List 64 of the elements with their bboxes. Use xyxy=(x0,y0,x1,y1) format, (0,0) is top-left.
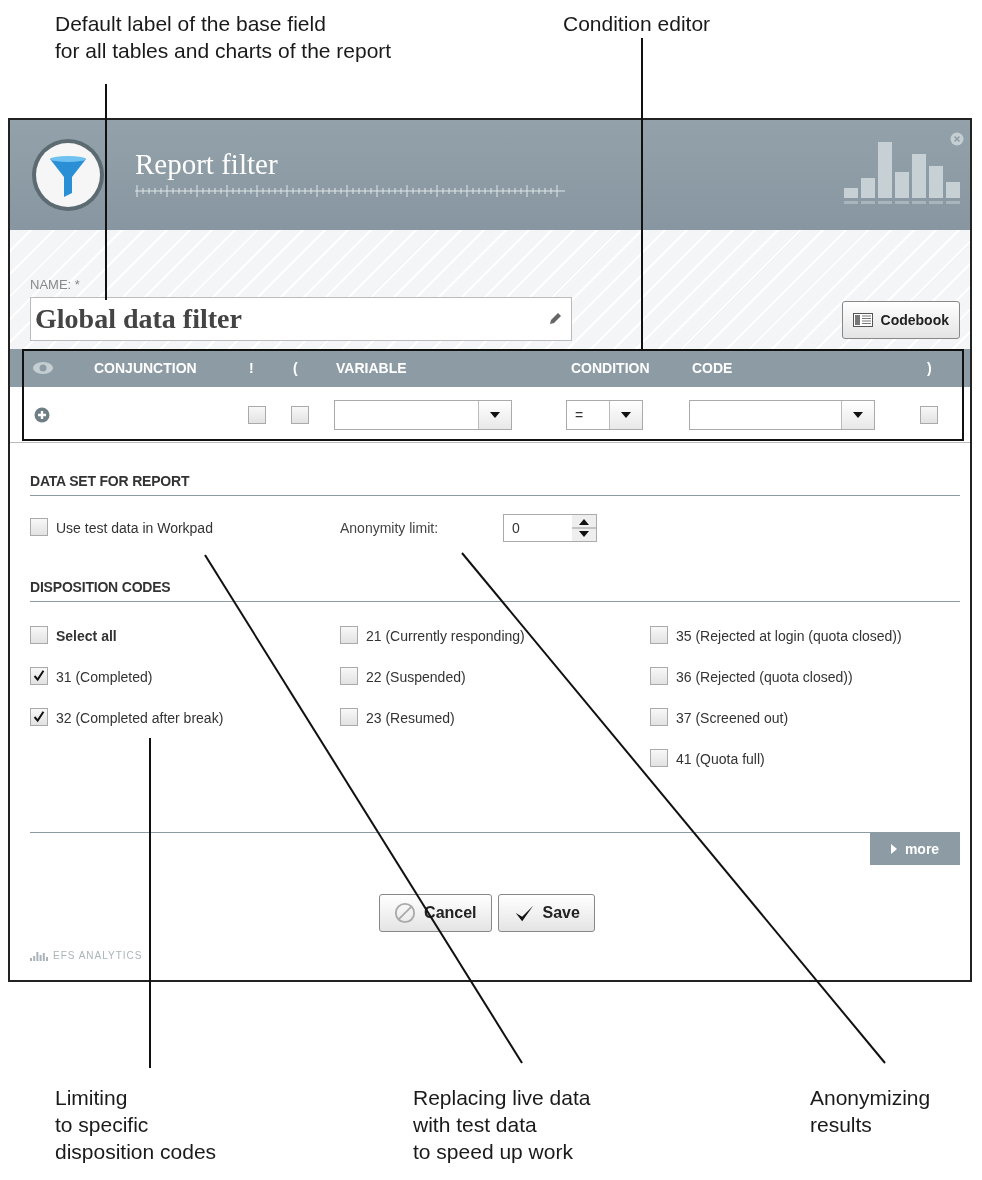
column-header: CONDITION xyxy=(571,360,651,376)
spinner-arrows-icon[interactable] xyxy=(572,515,596,541)
name-label: NAME: * xyxy=(30,277,81,292)
checkbox-label: 41 (Quota full) xyxy=(676,750,765,769)
annotation-text: Anonymizing results xyxy=(810,1085,931,1138)
codebook-button[interactable]: Codebook xyxy=(841,301,960,339)
column-header: VARIABLE xyxy=(336,360,408,376)
add-icon[interactable] xyxy=(34,406,50,423)
checkbox-label: Select all xyxy=(56,627,117,646)
section-heading: DISPOSITION CODES xyxy=(30,579,960,602)
triangle-icon xyxy=(890,844,897,854)
checkbox[interactable] xyxy=(650,749,668,767)
checkbox[interactable] xyxy=(291,405,309,424)
checkbox[interactable] xyxy=(340,708,358,726)
column-header: ! xyxy=(249,360,255,376)
checkbox-label: 21 (Currently responding) xyxy=(366,627,525,646)
annotation-text: Default label of the base field for all tables and charts of the report xyxy=(55,11,392,64)
checkbox[interactable] xyxy=(340,667,358,685)
checkbox-label: Use test data in Workpad xyxy=(56,519,213,538)
checkbox[interactable] xyxy=(30,667,48,685)
checkbox-label: 22 (Suspended) xyxy=(366,668,466,687)
condition-dropdown[interactable]: = xyxy=(566,399,643,430)
caret-icon xyxy=(621,411,631,418)
column-header: ( xyxy=(293,360,299,376)
bars-logo-icon xyxy=(30,950,50,961)
eye-icon[interactable] xyxy=(32,361,54,375)
checkbox[interactable] xyxy=(920,405,938,424)
checkbox[interactable] xyxy=(30,518,48,536)
checkbox[interactable] xyxy=(650,708,668,726)
anonymity-spinner[interactable]: 0 xyxy=(503,514,597,542)
close-icon[interactable] xyxy=(950,132,964,146)
checkbox-label: 32 (Completed after break) xyxy=(56,709,224,728)
variable-dropdown[interactable] xyxy=(334,399,512,430)
caret-icon xyxy=(490,411,500,418)
anonymity-label: Anonymity limit: xyxy=(340,520,440,536)
pencil-icon[interactable] xyxy=(547,311,563,327)
checkbox-label: 35 (Rejected at login (quota closed)) xyxy=(676,627,902,646)
checkbox-label: 37 (Screened out) xyxy=(676,709,789,728)
annotation-text: Limiting to specific disposition codes xyxy=(55,1085,217,1165)
save-button[interactable]: Save xyxy=(497,894,595,932)
annotation-text: Condition editor xyxy=(563,11,711,37)
funnel-icon xyxy=(30,137,106,213)
checkbox-label: 31 (Completed) xyxy=(56,668,153,687)
column-header: CODE xyxy=(692,360,734,376)
checkbox-label: 23 (Resumed) xyxy=(366,709,455,728)
prohibited-icon xyxy=(394,902,417,924)
book-icon xyxy=(852,313,873,327)
checkbox[interactable] xyxy=(340,626,358,644)
bar-chart-icon xyxy=(844,142,960,206)
footer-logo: EFS ANALYTICS xyxy=(53,950,143,961)
checkbox[interactable] xyxy=(650,626,668,644)
checkbox[interactable] xyxy=(248,405,266,424)
code-dropdown[interactable] xyxy=(689,399,875,430)
section-heading: DATA SET FOR REPORT xyxy=(30,473,960,496)
checkbox[interactable] xyxy=(30,626,48,644)
column-header: ) xyxy=(927,360,932,376)
annotation-text: Replacing live data with test data to speed up work xyxy=(413,1085,591,1165)
name-field[interactable]: Global data filter xyxy=(30,297,572,341)
checkbox[interactable] xyxy=(30,708,48,726)
caret-icon xyxy=(853,411,863,418)
checkbox[interactable] xyxy=(650,667,668,685)
checkbox-label: 36 (Rejected (quota closed)) xyxy=(676,668,853,687)
dialog-title: Report filter xyxy=(135,147,279,181)
column-header: CONJUNCTION xyxy=(94,360,198,376)
